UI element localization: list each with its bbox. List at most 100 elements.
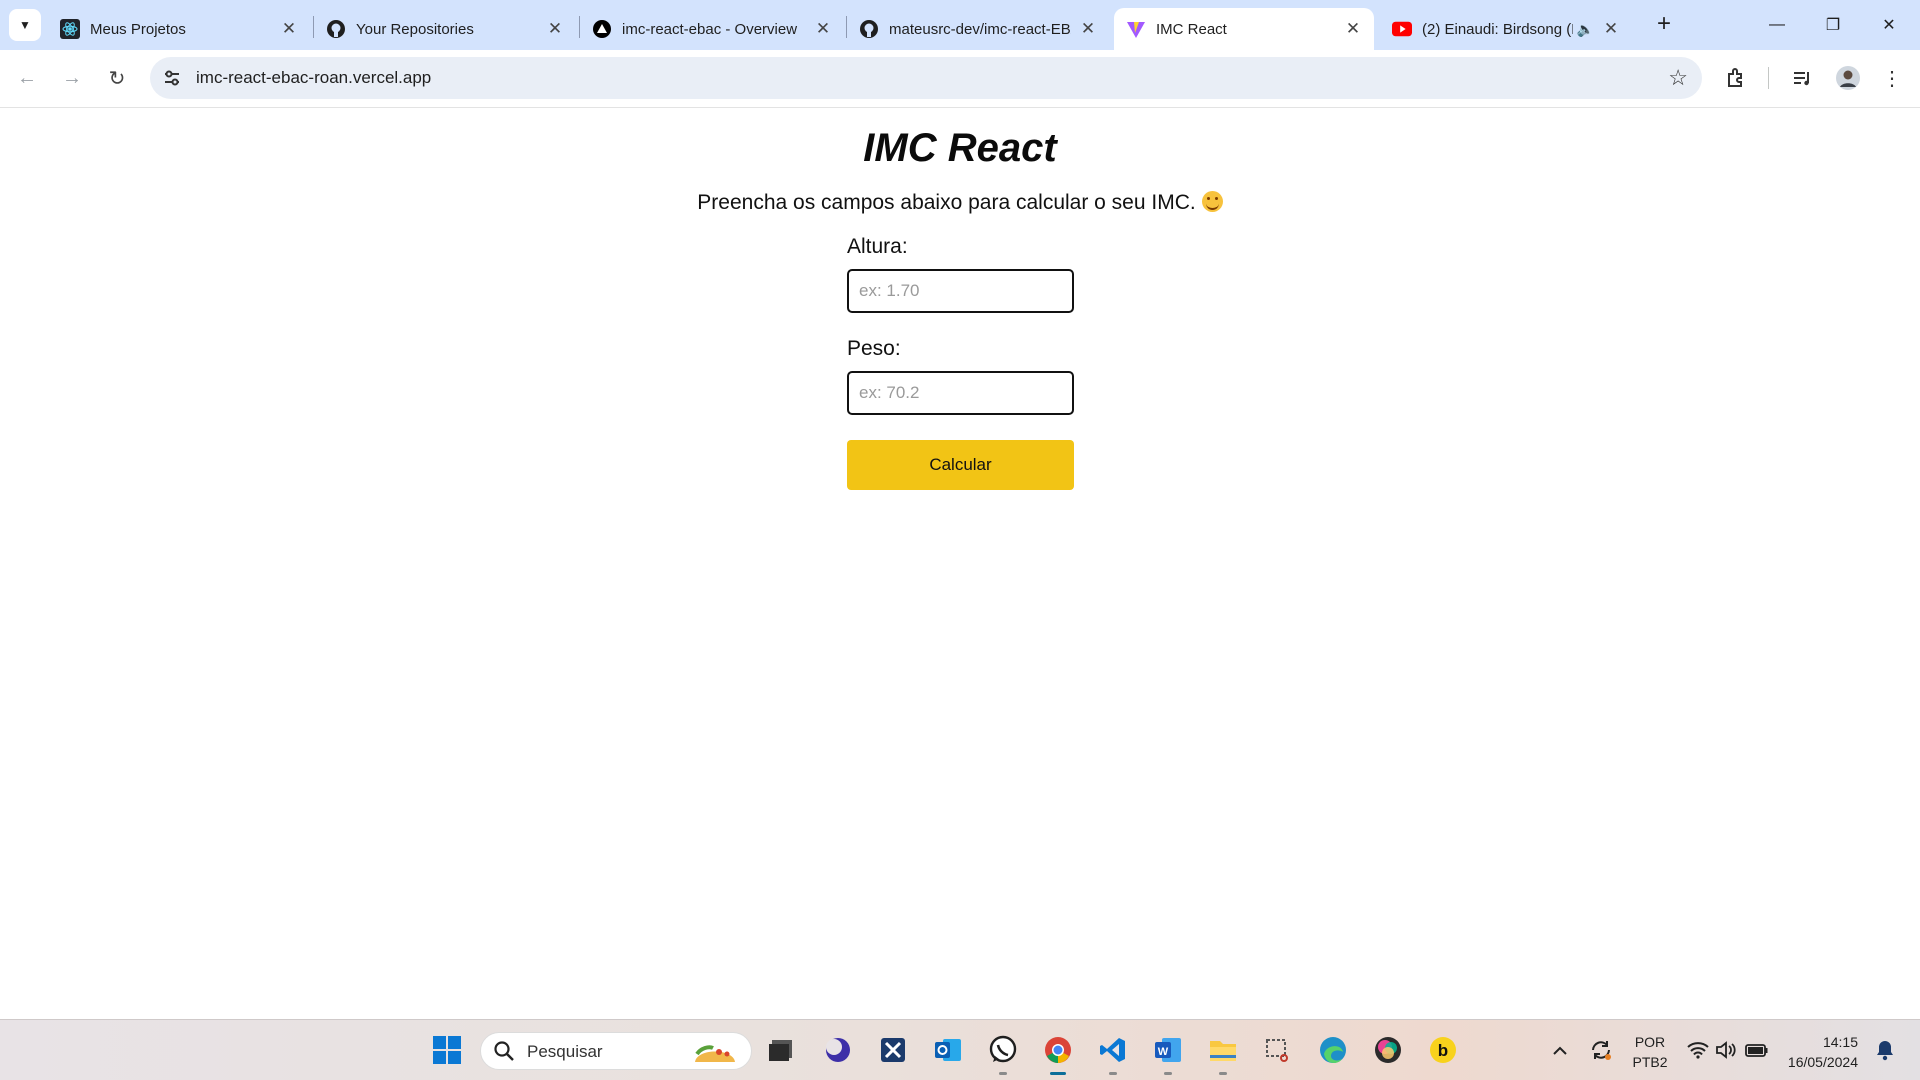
- whatsapp-icon[interactable]: [986, 1033, 1020, 1067]
- edge-icon[interactable]: [1316, 1033, 1350, 1067]
- running-indicator: [1219, 1072, 1227, 1075]
- tab-title: IMC React: [1156, 20, 1227, 38]
- tab-github-repo[interactable]: mateusrc-dev/imc-react-EBAC ✕: [847, 8, 1109, 50]
- minimize-icon: —: [1769, 16, 1785, 33]
- keyboard-layout: PTB2: [1632, 1054, 1668, 1070]
- windows-start-icon[interactable]: [430, 1033, 464, 1067]
- taskbar: Pesquisar W b POR PTB2 14:15 16/05/2024: [0, 1019, 1920, 1080]
- reload-button[interactable]: ↻: [100, 61, 134, 95]
- tab-youtube[interactable]: (2) Einaudi: Birdsong (Lyrics) 🔈 ✕: [1380, 8, 1632, 50]
- reload-icon: ↻: [108, 67, 126, 90]
- running-indicator: [1109, 1072, 1117, 1075]
- close-icon[interactable]: ✕: [1600, 18, 1622, 40]
- running-indicator: [999, 1072, 1007, 1075]
- page-content: IMC React Preencha os campos abaixo para…: [0, 109, 1920, 1019]
- tab-title: mateusrc-dev/imc-react-EBAC: [889, 20, 1071, 38]
- language-code: POR: [1634, 1034, 1666, 1050]
- chrome-icon[interactable]: [1041, 1033, 1075, 1067]
- close-window-button[interactable]: ✕: [1862, 0, 1916, 50]
- close-icon: ✕: [1882, 17, 1896, 34]
- tab-meus-projetos[interactable]: Meus Projetos ✕: [48, 8, 310, 50]
- svg-text:W: W: [1158, 1046, 1169, 1058]
- wifi-icon[interactable]: [1684, 1033, 1712, 1067]
- intro-text: Preencha os campos abaixo para calcular …: [0, 191, 1920, 215]
- address-bar[interactable]: imc-react-ebac-roan.vercel.app ☆: [150, 57, 1702, 99]
- github-icon: [859, 19, 879, 39]
- close-icon[interactable]: ✕: [1342, 18, 1364, 40]
- sync-icon[interactable]: [1586, 1033, 1616, 1067]
- clock[interactable]: 14:15 16/05/2024: [1778, 1032, 1858, 1072]
- more-menu-icon[interactable]: ⋮: [1878, 64, 1906, 92]
- file-explorer-icon[interactable]: [1206, 1033, 1240, 1067]
- close-icon[interactable]: ✕: [544, 18, 566, 40]
- svg-text:b: b: [1438, 1041, 1448, 1060]
- bookmark-star-icon[interactable]: ☆: [1668, 65, 1688, 91]
- app-icon-moon[interactable]: [821, 1033, 855, 1067]
- search-icon: [493, 1040, 515, 1067]
- search-placeholder: Pesquisar: [527, 1042, 603, 1061]
- capcut-icon[interactable]: [876, 1033, 910, 1067]
- tab-strip: ▼ Meus Projetos ✕ Your Repositories ✕ im…: [0, 0, 1920, 50]
- page-title: IMC React: [863, 126, 1057, 170]
- media-control-icon[interactable]: [1788, 64, 1816, 92]
- restore-icon: ❐: [1825, 17, 1841, 34]
- tab-your-repositories[interactable]: Your Repositories ✕: [314, 8, 576, 50]
- tab-search-button[interactable]: ▼: [9, 9, 41, 41]
- input-language[interactable]: POR PTB2: [1630, 1032, 1670, 1072]
- intro-label: Preencha os campos abaixo para calcular …: [697, 191, 1196, 214]
- github-icon: [326, 19, 346, 39]
- tab-title: (2) Einaudi: Birdsong (Lyrics): [1422, 20, 1573, 38]
- tab-vercel-overview[interactable]: imc-react-ebac - Overview ✕: [580, 8, 844, 50]
- new-tab-button[interactable]: +: [1650, 10, 1678, 38]
- clock-time: 14:15: [1822, 1034, 1858, 1050]
- smiling-face-icon: [1201, 191, 1223, 212]
- running-indicator: [1164, 1072, 1172, 1075]
- weight-input[interactable]: [847, 371, 1074, 415]
- speaker-icon[interactable]: 🔈: [1577, 21, 1594, 38]
- chevron-up-icon[interactable]: [1546, 1033, 1574, 1067]
- close-icon[interactable]: ✕: [278, 18, 300, 40]
- arrow-left-icon: ←: [17, 66, 37, 89]
- volume-icon[interactable]: [1712, 1033, 1740, 1067]
- extensions-icon[interactable]: [1722, 64, 1750, 92]
- height-input[interactable]: [847, 269, 1074, 313]
- close-icon[interactable]: ✕: [1077, 18, 1099, 40]
- snipping-tool-icon[interactable]: [1261, 1033, 1295, 1067]
- app-icon-colorful[interactable]: [1371, 1033, 1405, 1067]
- taco-icon: [689, 1038, 741, 1071]
- toolbar-divider: [1768, 67, 1769, 89]
- taskbar-search[interactable]: Pesquisar: [480, 1032, 752, 1070]
- calculate-button[interactable]: Calcular: [847, 440, 1074, 490]
- forward-button[interactable]: →: [55, 61, 89, 95]
- outlook-icon[interactable]: [931, 1033, 965, 1067]
- notification-bell-icon[interactable]: [1870, 1033, 1900, 1067]
- arrow-right-icon: →: [62, 66, 82, 89]
- vite-icon: [1126, 19, 1146, 39]
- browser-toolbar: ← → ↻ imc-react-ebac-roan.vercel.app ☆ ⋮: [0, 50, 1920, 108]
- word-icon[interactable]: W: [1151, 1033, 1185, 1067]
- minimize-button[interactable]: —: [1750, 0, 1804, 50]
- vscode-icon[interactable]: [1096, 1033, 1130, 1067]
- tab-title: imc-react-ebac - Overview: [622, 20, 798, 38]
- tab-imc-react[interactable]: IMC React ✕: [1114, 8, 1374, 50]
- task-view-icon[interactable]: [764, 1033, 798, 1067]
- url-text[interactable]: imc-react-ebac-roan.vercel.app: [196, 68, 431, 88]
- site-settings-icon[interactable]: [162, 68, 182, 88]
- close-icon[interactable]: ✕: [812, 18, 834, 40]
- vercel-icon: [592, 19, 612, 39]
- restore-button[interactable]: ❐: [1806, 0, 1860, 50]
- running-indicator-active: [1050, 1072, 1066, 1075]
- react-icon: [60, 19, 80, 39]
- clock-date: 16/05/2024: [1787, 1054, 1858, 1070]
- height-label: Altura:: [847, 235, 908, 258]
- battery-icon[interactable]: [1742, 1033, 1772, 1067]
- app-icon-b[interactable]: b: [1426, 1033, 1460, 1067]
- tab-title: Your Repositories: [356, 20, 474, 38]
- avatar[interactable]: [1834, 64, 1862, 92]
- back-button[interactable]: ←: [10, 61, 44, 95]
- chevron-down-icon: ▼: [19, 18, 31, 32]
- weight-label: Peso:: [847, 337, 901, 360]
- tab-title: Meus Projetos: [90, 20, 186, 38]
- plus-icon: +: [1656, 10, 1671, 37]
- youtube-icon: [1392, 19, 1412, 39]
